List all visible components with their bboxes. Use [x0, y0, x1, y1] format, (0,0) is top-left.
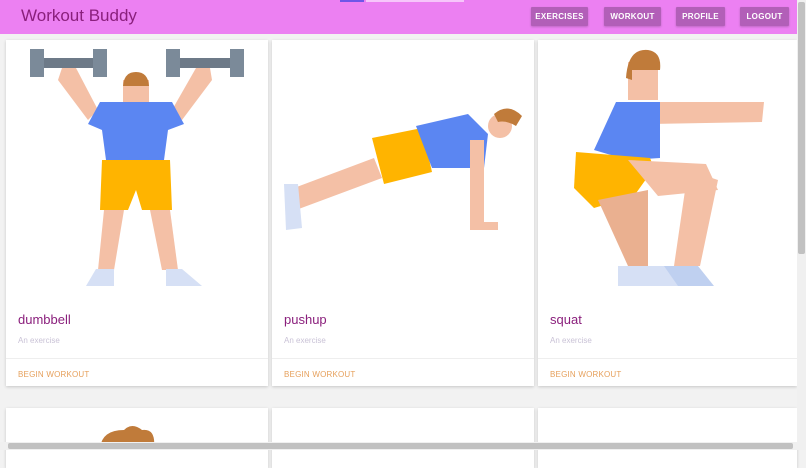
tab-indicator-track	[366, 0, 464, 2]
horizontal-scrollbar[interactable]	[0, 442, 806, 450]
card-title: squat	[550, 312, 582, 327]
active-tab-indicator	[340, 0, 364, 2]
card-title: dumbbell	[18, 312, 71, 327]
exercise-card-partial	[272, 408, 534, 468]
begin-workout-link[interactable]: BEGIN WORKOUT	[284, 370, 356, 379]
card-subtitle: An exercise	[284, 336, 326, 345]
vertical-scrollbar[interactable]	[797, 0, 806, 450]
card-subtitle: An exercise	[550, 336, 592, 345]
top-navbar: Workout Buddy EXERCISES WORKOUT PROFILE …	[0, 0, 797, 34]
exercise-card-partial	[6, 408, 268, 468]
horizontal-scrollbar-thumb[interactable]	[8, 443, 793, 449]
begin-workout-link[interactable]: BEGIN WORKOUT	[550, 370, 622, 379]
nav-exercises-button[interactable]: EXERCISES	[531, 7, 588, 26]
exercise-card-pushup: pushup An exercise BEGIN WORKOUT	[272, 40, 534, 386]
vertical-scrollbar-thumb[interactable]	[798, 2, 805, 254]
exercise-card-squat: squat An exercise BEGIN WORKOUT	[538, 40, 797, 386]
card-title: pushup	[284, 312, 327, 327]
nav-workout-button[interactable]: WORKOUT	[604, 7, 661, 26]
card-divider	[6, 358, 268, 359]
dumbbell-lift-illustration	[30, 49, 244, 286]
nav-logout-button[interactable]: LOGOUT	[740, 7, 789, 26]
card-divider	[272, 358, 534, 359]
app-title[interactable]: Workout Buddy	[21, 6, 137, 26]
card-divider	[538, 358, 797, 359]
exercise-card-partial	[538, 408, 797, 468]
exercise-card-dumbbell: dumbbell An exercise BEGIN WORKOUT	[6, 40, 268, 386]
begin-workout-link[interactable]: BEGIN WORKOUT	[18, 370, 90, 379]
card-subtitle: An exercise	[18, 336, 60, 345]
pushup-illustration	[284, 108, 522, 230]
nav-profile-button[interactable]: PROFILE	[676, 7, 725, 26]
squat-illustration	[574, 49, 764, 286]
